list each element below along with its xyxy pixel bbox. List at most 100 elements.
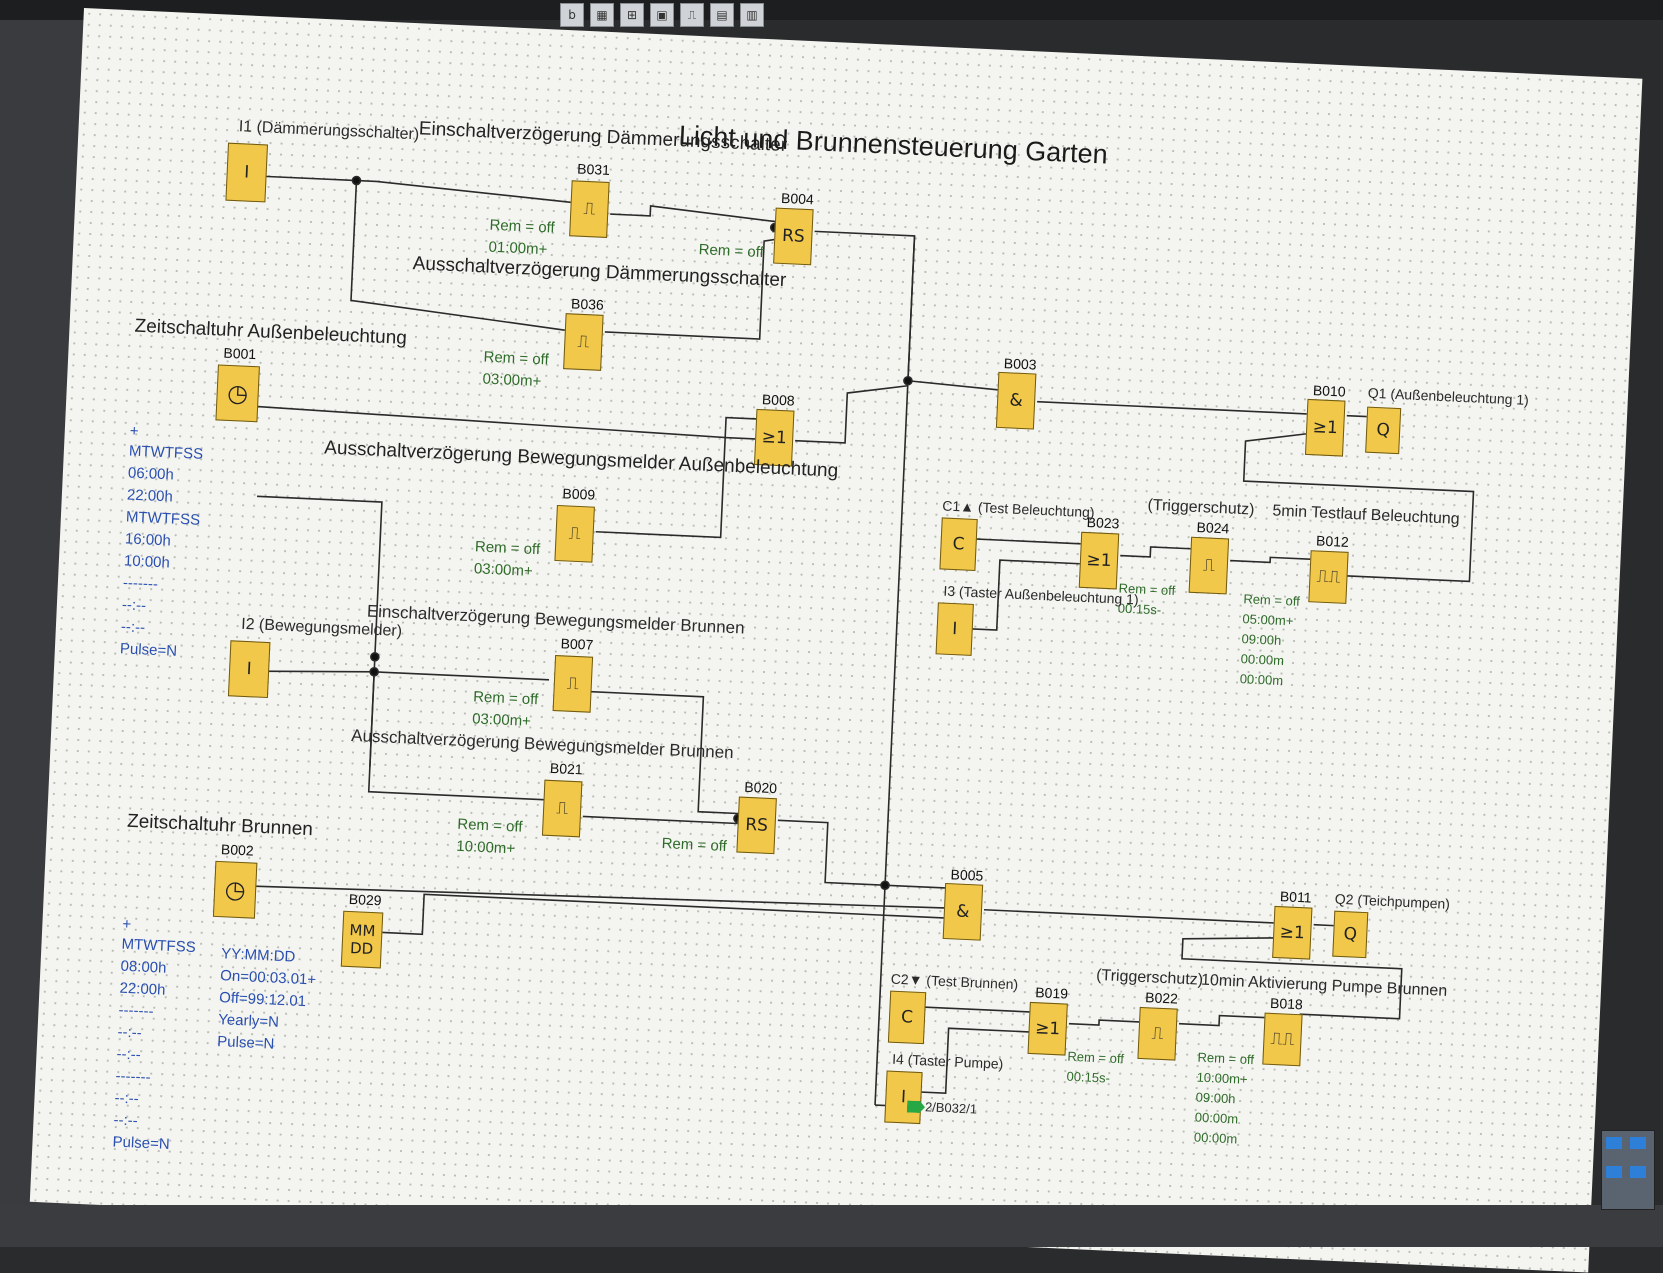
or-block-b011[interactable]: ≥1	[1272, 905, 1313, 960]
b021-time: 10:00m+	[455, 837, 516, 858]
b021-rem: Rem = off	[456, 815, 523, 836]
wire-b024-b012	[1230, 556, 1311, 564]
timer-block-b012[interactable]: ⎍⎍	[1308, 550, 1349, 604]
timer2-plus: +	[122, 915, 132, 934]
junction-i2b	[370, 652, 380, 662]
output-block-q2[interactable]: Q	[1332, 910, 1369, 959]
wire-b003-bus	[907, 379, 998, 391]
wire-b002-b005	[224, 884, 945, 909]
b012-t3: 00:00m	[1240, 651, 1285, 669]
input-block-i1[interactable]: I	[225, 142, 268, 203]
junction-i2a	[369, 667, 379, 677]
clock-icon-b002[interactable]: ◷	[212, 860, 258, 919]
b007-rem: Rem = off	[472, 688, 539, 709]
wire-b005-b011	[983, 908, 1274, 924]
input-block-i4[interactable]: I	[884, 1070, 923, 1125]
timer1-on2: 16:00h	[124, 530, 172, 550]
timer-block-b007[interactable]: ⎍	[552, 655, 594, 713]
block-id-b019: B019	[1034, 984, 1069, 1002]
timer2-dash5: --:--	[114, 1089, 140, 1108]
b019-time: 00:15s-	[1066, 1068, 1111, 1086]
timer-block-b024[interactable]: ⎍	[1188, 536, 1230, 595]
cursor-block-c2[interactable]: C	[887, 990, 927, 1045]
b018-t4: 00:00m	[1193, 1129, 1238, 1147]
timer2-dash3: --:--	[116, 1045, 142, 1064]
timer-block-b036[interactable]: ⎍	[563, 313, 604, 371]
screen-bottom-edge	[0, 1205, 1663, 1247]
block-id-b001: B001	[223, 344, 257, 363]
b029-pulse: Pulse=N	[216, 1033, 275, 1053]
wire-i1-b031	[256, 175, 571, 204]
timer2-on1: 08:00h	[120, 957, 167, 977]
camera-icon[interactable]: ▣	[650, 3, 674, 27]
block-id-b002: B002	[220, 841, 255, 859]
timer1-days1: MTWTFSS	[128, 442, 204, 463]
or-block-b010[interactable]: ≥1	[1304, 398, 1346, 457]
block-id-b018: B018	[1269, 994, 1304, 1013]
wire-b020-b005	[777, 819, 946, 889]
timer1-off2: 10:00h	[123, 552, 171, 572]
output-block-q1[interactable]: Q	[1365, 406, 1402, 455]
block-id-b022: B022	[1144, 989, 1179, 1007]
diagram-canvas[interactable]: Licht und Brunnensteuerung Garten I1 (Dä…	[29, 8, 1643, 1273]
grid2-icon[interactable]: ▥	[740, 3, 764, 27]
block-id-b004: B004	[780, 189, 815, 208]
date-block-b029[interactable]: MM DD	[340, 910, 384, 969]
b036-rem: Rem = off	[483, 348, 550, 369]
timer1-pulse: Pulse=N	[119, 640, 178, 660]
b-icon[interactable]: b	[560, 3, 584, 27]
cb-icon[interactable]: ▦	[590, 3, 614, 27]
b018-t2: 09:00h	[1195, 1089, 1236, 1107]
block-id-b031: B031	[576, 160, 611, 179]
rs-block-b020[interactable]: RS	[736, 796, 777, 855]
b031-time: 01:00m+	[488, 238, 548, 259]
block-id-b021: B021	[549, 759, 584, 778]
wire-b001-b008	[246, 404, 757, 439]
label-connector: 2/B032/1	[924, 1099, 978, 1117]
timer2-dash4: -------	[115, 1067, 151, 1087]
timer-block-b021[interactable]: ⎍	[541, 779, 583, 838]
timer-block-b022[interactable]: ⎍	[1137, 1006, 1178, 1061]
rs-block-b004[interactable]: RS	[773, 207, 814, 266]
block-id-b003: B003	[1003, 355, 1037, 373]
b009-time: 03:00m+	[473, 560, 534, 580]
b018-t3: 00:00m	[1194, 1109, 1239, 1127]
timer1-dash2: --:--	[121, 596, 147, 615]
input-block-i2[interactable]: I	[227, 640, 271, 699]
block-id-b007: B007	[560, 635, 594, 653]
grid-icon[interactable]: ▤	[710, 3, 734, 27]
clock-icon-b001[interactable]: ◷	[215, 364, 260, 423]
cursor-block-c1[interactable]: C	[939, 517, 978, 572]
wire-b023-b024	[1120, 546, 1191, 558]
wire-layer	[224, 175, 1475, 1108]
timer2-days1: MTWTFSS	[121, 935, 197, 957]
junction-i1	[351, 175, 362, 186]
timer1-days2: MTWTFSS	[125, 508, 201, 529]
or-block-b019[interactable]: ≥1	[1027, 1001, 1068, 1056]
and-block-b003[interactable]: &	[995, 371, 1037, 430]
timer1-plus: +	[129, 422, 140, 440]
step-icon[interactable]: ⎍	[680, 3, 704, 27]
timer-block-b009[interactable]: ⎍	[554, 504, 595, 563]
timer-block-b031[interactable]: ⎍	[569, 180, 610, 238]
junction-bus1	[903, 375, 913, 386]
or-block-b023[interactable]: ≥1	[1078, 531, 1120, 590]
b012-t2: 09:00h	[1241, 631, 1282, 648]
and-block-b005[interactable]: &	[942, 882, 984, 941]
block-id-b020: B020	[743, 778, 778, 797]
dim-icon[interactable]: ⊞	[620, 3, 644, 27]
wire-b011-q2	[1313, 923, 1334, 927]
timer-block-b018[interactable]: ⎍⎍	[1262, 1012, 1303, 1067]
input-block-i3[interactable]: I	[935, 602, 974, 656]
timer1-on1: 06:00h	[127, 464, 175, 484]
b012-t4: 00:00m	[1239, 671, 1284, 689]
block-id-b023: B023	[1086, 514, 1120, 532]
block-id-b036: B036	[570, 295, 605, 313]
b009-rem: Rem = off	[474, 538, 541, 559]
wire-b004-b003	[814, 230, 916, 381]
block-id-b012: B012	[1315, 532, 1350, 550]
timer2-dash1: -------	[118, 1001, 154, 1021]
system-tray[interactable]	[1601, 1130, 1655, 1210]
block-id-b024: B024	[1196, 519, 1230, 537]
timer2-pulse: Pulse=N	[112, 1133, 171, 1154]
